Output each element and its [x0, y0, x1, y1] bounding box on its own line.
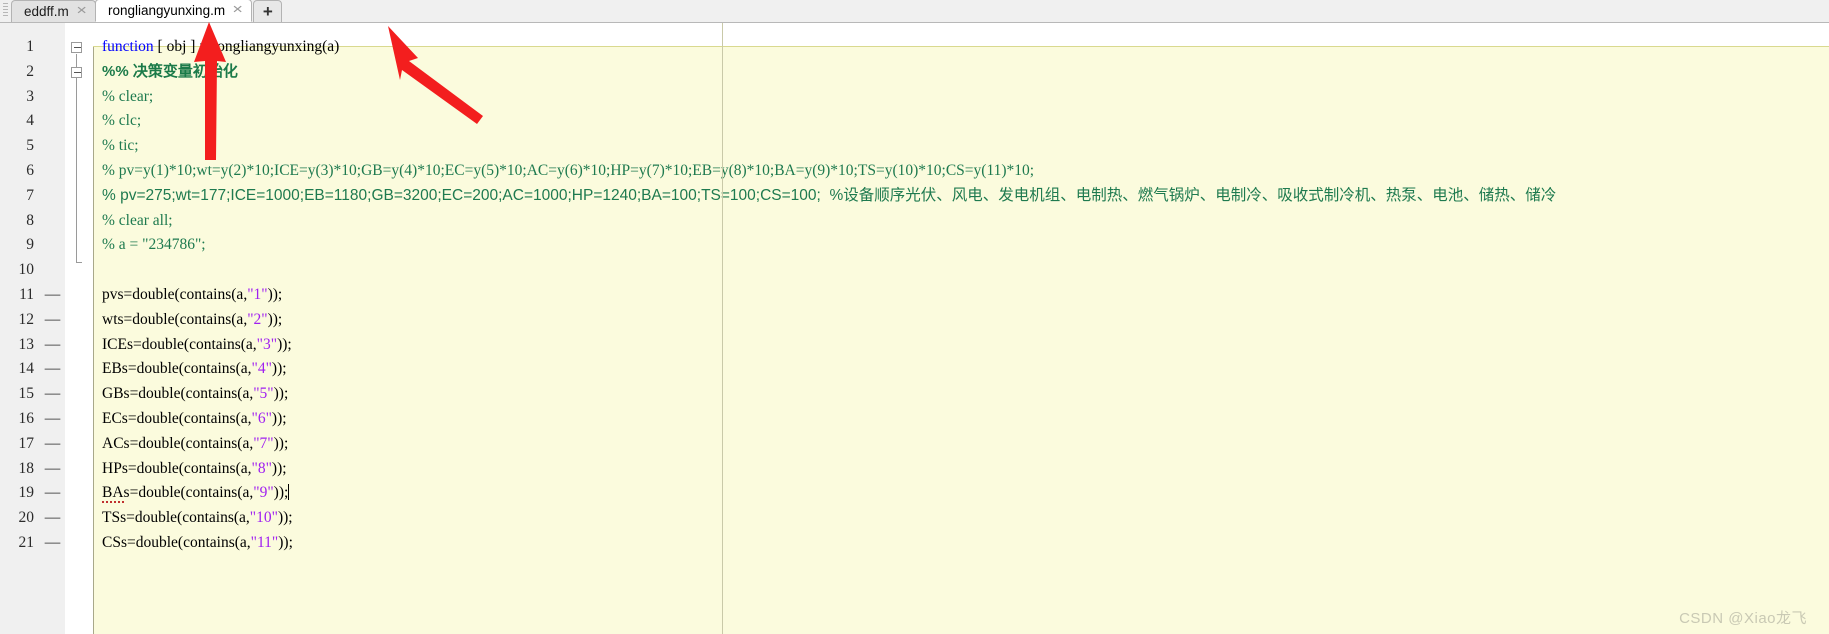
tab-rongliangyunxing-m[interactable]: rongliangyunxing.m ✕	[95, 0, 253, 22]
code-line-7[interactable]: % pv=275;wt=177;ICE=1000;EB=1180;GB=3200…	[93, 184, 1829, 209]
breakpoint-gutter[interactable]: — — — — — — — — — — —	[41, 23, 65, 634]
code-text-area[interactable]: function [ obj ] = rongliangyunxing(a) %…	[93, 23, 1829, 634]
line-mark: —	[44, 360, 61, 378]
line-number: 11	[19, 285, 34, 303]
code-line-6-text: % pv=y(1)*10;wt=y(2)*10;ICE=y(3)*10;GB=y…	[102, 161, 1035, 179]
line-mark	[41, 184, 64, 209]
line-mark: —	[44, 409, 61, 427]
code-line-17[interactable]: ACs=double(contains(a,"7"));	[93, 432, 1829, 457]
line-mark	[41, 109, 64, 134]
code-line-7-text: % pv=275;wt=177;ICE=1000;EB=1180;GB=3200…	[102, 186, 1557, 204]
fold-range-line	[76, 54, 77, 262]
close-icon[interactable]: ✕	[231, 5, 245, 16]
code-line-9[interactable]: % a = "234786";	[93, 233, 1829, 258]
column-limit-line	[722, 23, 723, 634]
line-number: 16	[18, 409, 35, 427]
line-number: 6	[26, 161, 34, 179]
line-number: 2	[26, 62, 34, 80]
code-line-15[interactable]: GBs=double(contains(a,"5"));	[93, 382, 1829, 407]
code-line-13[interactable]: ICEs=double(contains(a,"3"));	[93, 333, 1829, 358]
line-mark	[41, 35, 64, 60]
line-mark: —	[44, 310, 61, 328]
matlab-editor-window: eddff.m ✕ rongliangyunxing.m ✕ + 1 2 3 4…	[0, 0, 1829, 634]
line-number: 13	[18, 335, 35, 353]
line-number: 9	[26, 236, 34, 254]
tab-label: rongliangyunxing.m	[108, 3, 226, 18]
code-line-5[interactable]: % tic;	[93, 134, 1829, 159]
line-mark	[41, 233, 64, 258]
code-line-12[interactable]: wts=double(contains(a,"2"));	[93, 308, 1829, 333]
line-number: 15	[18, 385, 35, 403]
line-number: 19	[18, 484, 35, 502]
code-editor: 1 2 3 4 5 6 7 8 9 10 11 12 13 14 15 16 1…	[0, 23, 1829, 634]
cell-boundary-bar	[93, 47, 94, 634]
fold-toggle-function-icon[interactable]	[71, 42, 82, 53]
line-number: 1	[26, 38, 34, 55]
code-line-8[interactable]: % clear all;	[93, 209, 1829, 234]
line-number: 5	[26, 137, 34, 155]
line-number: 21	[18, 533, 35, 551]
line-mark: —	[44, 385, 61, 403]
code-line-10[interactable]	[93, 258, 1829, 283]
code-line-6[interactable]: % pv=y(1)*10;wt=y(2)*10;ICE=y(3)*10;GB=y…	[93, 159, 1829, 184]
line-mark: —	[44, 459, 61, 477]
line-mark	[41, 134, 64, 159]
line-mark	[41, 60, 64, 85]
close-icon[interactable]: ✕	[74, 6, 88, 17]
line-number: 20	[18, 509, 35, 527]
line-number: 8	[26, 211, 34, 229]
csdn-watermark: CSDN @Xiao龙飞	[1679, 610, 1807, 627]
code-line-21[interactable]: CSs=double(contains(a,"11"));	[93, 531, 1829, 556]
code-line-1[interactable]: function [ obj ] = rongliangyunxing(a)	[93, 35, 1829, 60]
line-mark: —	[44, 335, 61, 353]
editor-tab-bar: eddff.m ✕ rongliangyunxing.m ✕ +	[0, 0, 1829, 23]
code-line-18[interactable]: HPs=double(contains(a,"8"));	[93, 457, 1829, 482]
new-tab-button[interactable]: +	[253, 0, 283, 22]
line-number: 18	[18, 459, 35, 477]
code-line-16[interactable]: ECs=double(contains(a,"6"));	[93, 407, 1829, 432]
line-mark	[41, 209, 64, 234]
line-number: 3	[26, 87, 34, 105]
tab-label: eddff.m	[24, 4, 69, 19]
line-mark	[41, 258, 64, 283]
line-mark: —	[44, 285, 61, 303]
code-line-19[interactable]: BAs=double(contains(a,"9"));	[93, 481, 1829, 506]
line-mark: —	[44, 509, 61, 527]
code-line-20[interactable]: TSs=double(contains(a,"10"));	[93, 506, 1829, 531]
text-cursor	[288, 484, 290, 501]
line-number: 14	[18, 360, 35, 378]
line-number: 7	[26, 186, 34, 204]
fold-range-end-tick	[76, 262, 82, 263]
line-number: 17	[18, 434, 35, 452]
code-line-3[interactable]: % clear;	[93, 85, 1829, 110]
code-line-14[interactable]: EBs=double(contains(a,"4"));	[93, 357, 1829, 382]
fold-toggle-cell-icon[interactable]	[71, 67, 82, 78]
line-mark: —	[44, 434, 61, 452]
code-line-11[interactable]: pvs=double(contains(a,"1"));	[93, 283, 1829, 308]
code-folding-gutter[interactable]	[65, 23, 93, 634]
line-number-gutter: 1 2 3 4 5 6 7 8 9 10 11 12 13 14 15 16 1…	[0, 23, 41, 634]
code-line-2[interactable]: %% 决策变量初始化	[93, 60, 1829, 85]
line-number: 12	[18, 310, 35, 328]
line-mark	[41, 159, 64, 184]
code-line-4[interactable]: % clc;	[93, 109, 1829, 134]
tabbar-drag-grip[interactable]	[0, 0, 11, 22]
tab-eddff-m[interactable]: eddff.m ✕	[11, 0, 96, 22]
line-number: 10	[18, 261, 35, 279]
line-mark: —	[44, 533, 61, 551]
line-mark	[41, 85, 64, 110]
line-mark: —	[44, 484, 61, 502]
line-number: 4	[26, 112, 34, 130]
